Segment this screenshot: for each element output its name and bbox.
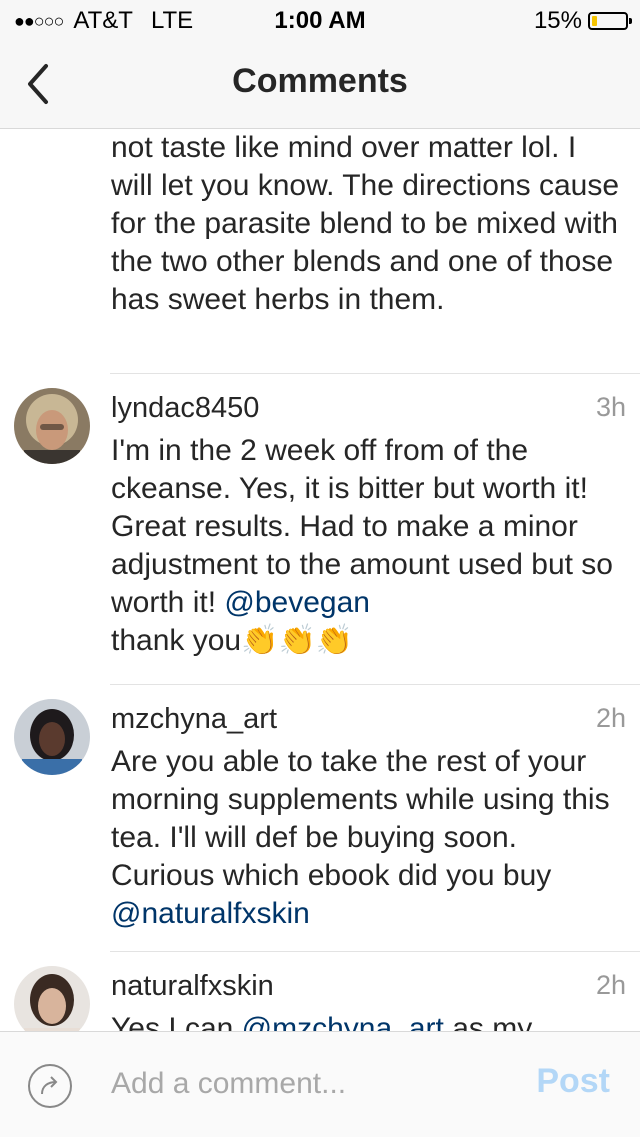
comment-item: lyndac8450 3h I'm in the 2 week off from…	[0, 374, 640, 684]
comment-text: I'm in the 2 week off from of the ckeans…	[111, 432, 626, 660]
comment-item: mzchyna_art 2h Are you able to take the …	[0, 685, 640, 951]
username[interactable]: naturalfxskin	[111, 970, 274, 1003]
comment-text-part: Yes I can	[111, 1012, 242, 1031]
avatar[interactable]	[14, 699, 90, 775]
comments-feed[interactable]: not taste like mind over matter lol. I w…	[0, 129, 640, 1031]
comment-text-part: Are you able to take the rest of your mo…	[111, 745, 610, 892]
comment-text-part: as my	[443, 1012, 533, 1031]
battery-percent: 15%	[533, 7, 582, 34]
username[interactable]: lyndac8450	[111, 392, 259, 425]
nav-bar: Comments	[0, 40, 640, 129]
mention-link[interactable]: @mzchyna_art	[242, 1012, 444, 1031]
mention-link[interactable]: @naturalfxskin	[111, 897, 310, 930]
timestamp: 3h	[595, 392, 626, 422]
comment-text: not taste like mind over matter lol. I w…	[111, 131, 620, 316]
comment-item: naturalfxskin 2h Yes I can @mzchyna_art …	[0, 952, 640, 1031]
post-button[interactable]: Post	[536, 1062, 610, 1101]
timestamp: 2h	[595, 970, 626, 1000]
avatar-image	[14, 966, 90, 1031]
comment-item: not taste like mind over matter lol. I w…	[0, 129, 640, 373]
battery-icon	[588, 12, 632, 30]
mention-link[interactable]: @bevegan	[224, 586, 370, 619]
avatar-image	[14, 388, 90, 464]
page-title: Comments	[232, 62, 408, 100]
avatar[interactable]	[14, 388, 90, 464]
status-right: 15%	[533, 7, 632, 35]
avatar[interactable]	[14, 966, 90, 1031]
comment-composer: Post	[0, 1031, 640, 1137]
share-arrow-icon	[41, 1076, 58, 1095]
comment-text: Yes I can @mzchyna_art as my	[111, 1010, 626, 1031]
username[interactable]: mzchyna_art	[111, 703, 277, 736]
avatar-image	[14, 699, 90, 775]
comment-text-part: thank you	[111, 624, 242, 657]
share-button[interactable]	[28, 1064, 72, 1108]
comment-input[interactable]	[111, 1062, 511, 1106]
status-bar: ●●○○○ AT&T LTE 1:00 AM 15%	[0, 0, 640, 40]
battery-tip	[629, 18, 632, 24]
comment-text: Are you able to take the rest of your mo…	[111, 743, 626, 933]
clap-emoji: 👏👏👏	[241, 624, 354, 657]
timestamp: 2h	[595, 703, 626, 733]
battery-fill	[592, 16, 597, 26]
